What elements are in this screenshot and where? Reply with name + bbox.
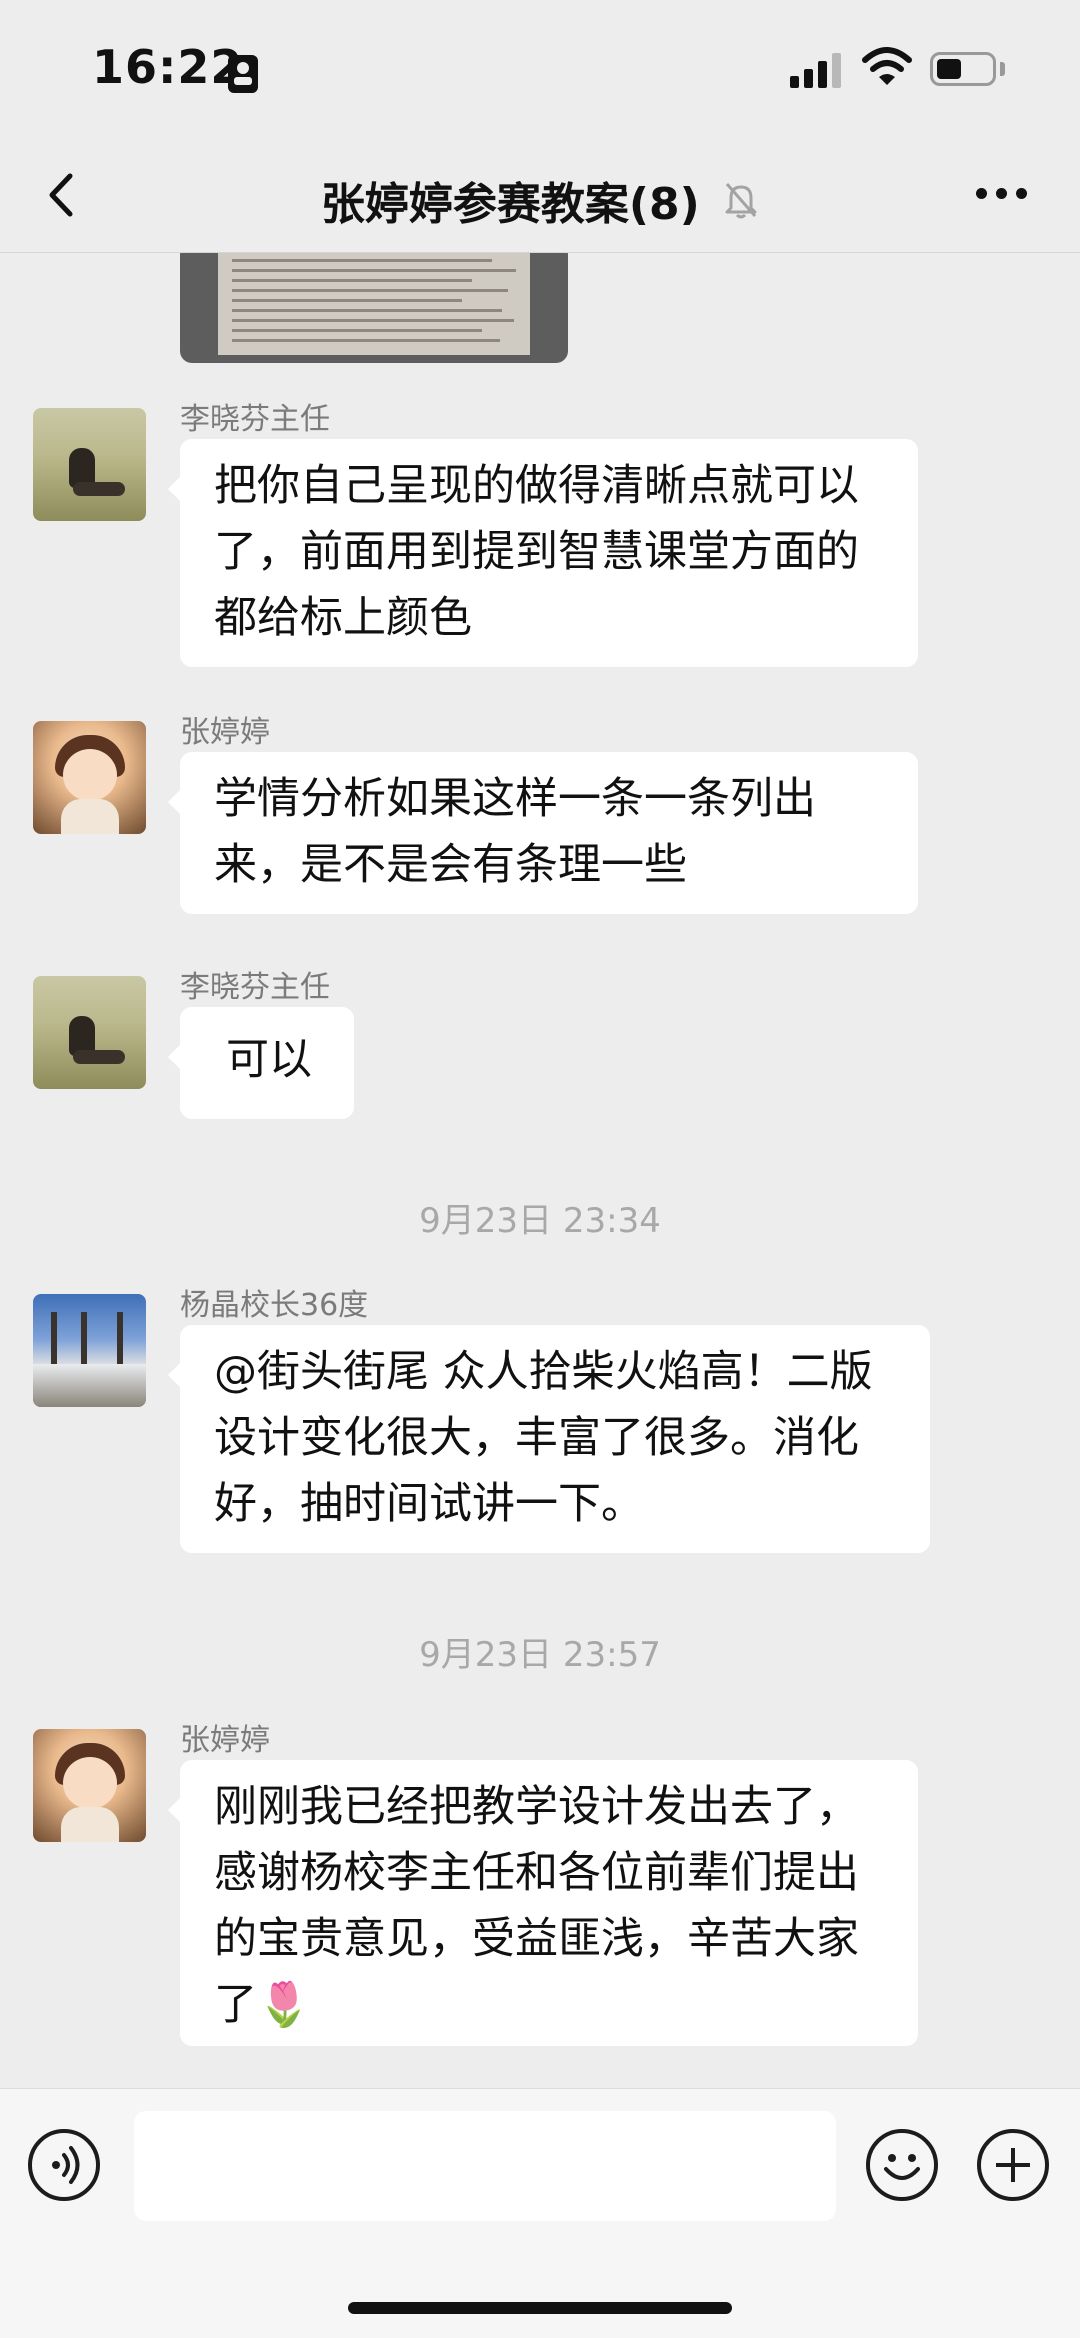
more-actions-plus-button[interactable]: [977, 2129, 1049, 2201]
wifi-icon: [862, 47, 912, 85]
emoji-button[interactable]: [866, 2129, 938, 2201]
status-time: 16:22: [92, 40, 244, 94]
message-bubble[interactable]: 把你自己呈现的做得清晰点就可以了，前面用到提到智慧课堂方面的都给标上颜色: [168, 439, 918, 667]
battery-icon: [930, 52, 996, 86]
mute-notification-icon: [725, 183, 757, 219]
sender-name: 李晓芬主任: [180, 970, 330, 1005]
message-timestamp: 9月23日 23:57: [419, 1635, 661, 1675]
avatar[interactable]: [33, 1294, 146, 1407]
message-bubble[interactable]: @街头街尾 众人拾柴火焰高！二版设计变化很大，丰富了很多。消化好，抽时间试讲一下…: [168, 1325, 930, 1553]
image-message[interactable]: [180, 253, 568, 363]
sender-name: 张婷婷: [180, 715, 270, 750]
sender-name: 杨晶校长36度: [180, 1288, 369, 1323]
cellular-signal-icon: [790, 52, 844, 88]
avatar[interactable]: [33, 1729, 146, 1842]
sender-name: 张婷婷: [180, 1723, 270, 1758]
avatar[interactable]: [33, 408, 146, 521]
chat-header: 张婷婷参赛教案(8): [0, 140, 1080, 253]
avatar[interactable]: [33, 721, 146, 834]
contact-card-icon: [228, 55, 258, 93]
more-options-icon[interactable]: [972, 182, 1032, 206]
voice-input-button[interactable]: [28, 2129, 100, 2201]
chat-title: 张婷婷参赛教案(8): [320, 179, 700, 230]
message-bubble[interactable]: 可以: [168, 1007, 354, 1119]
voice-icon: [52, 2146, 80, 2184]
avatar[interactable]: [33, 976, 146, 1089]
chat-title-bar: 张婷婷参赛教案(8): [0, 168, 1080, 232]
message-input[interactable]: [134, 2111, 836, 2221]
battery-tip: [1000, 62, 1005, 76]
chat-messages[interactable]: 李晓芬主任 把你自己呈现的做得清晰点就可以了，前面用到提到智慧课堂方面的都给标上…: [0, 253, 1080, 2088]
message-bubble[interactable]: 刚刚我已经把教学设计发出去了，感谢杨校李主任和各位前辈们提出的宝贵意见，受益匪浅…: [168, 1760, 918, 2046]
input-bar: [0, 2088, 1080, 2338]
status-bar: 16:22: [0, 0, 1080, 140]
sender-name: 李晓芬主任: [180, 402, 330, 437]
document-photo: [218, 253, 530, 355]
home-indicator: [348, 2302, 732, 2314]
emoji-icon: [884, 2154, 920, 2180]
message-timestamp: 9月23日 23:34: [419, 1201, 661, 1241]
message-bubble[interactable]: 学情分析如果这样一条一条列出来，是不是会有条理一些: [168, 752, 918, 914]
